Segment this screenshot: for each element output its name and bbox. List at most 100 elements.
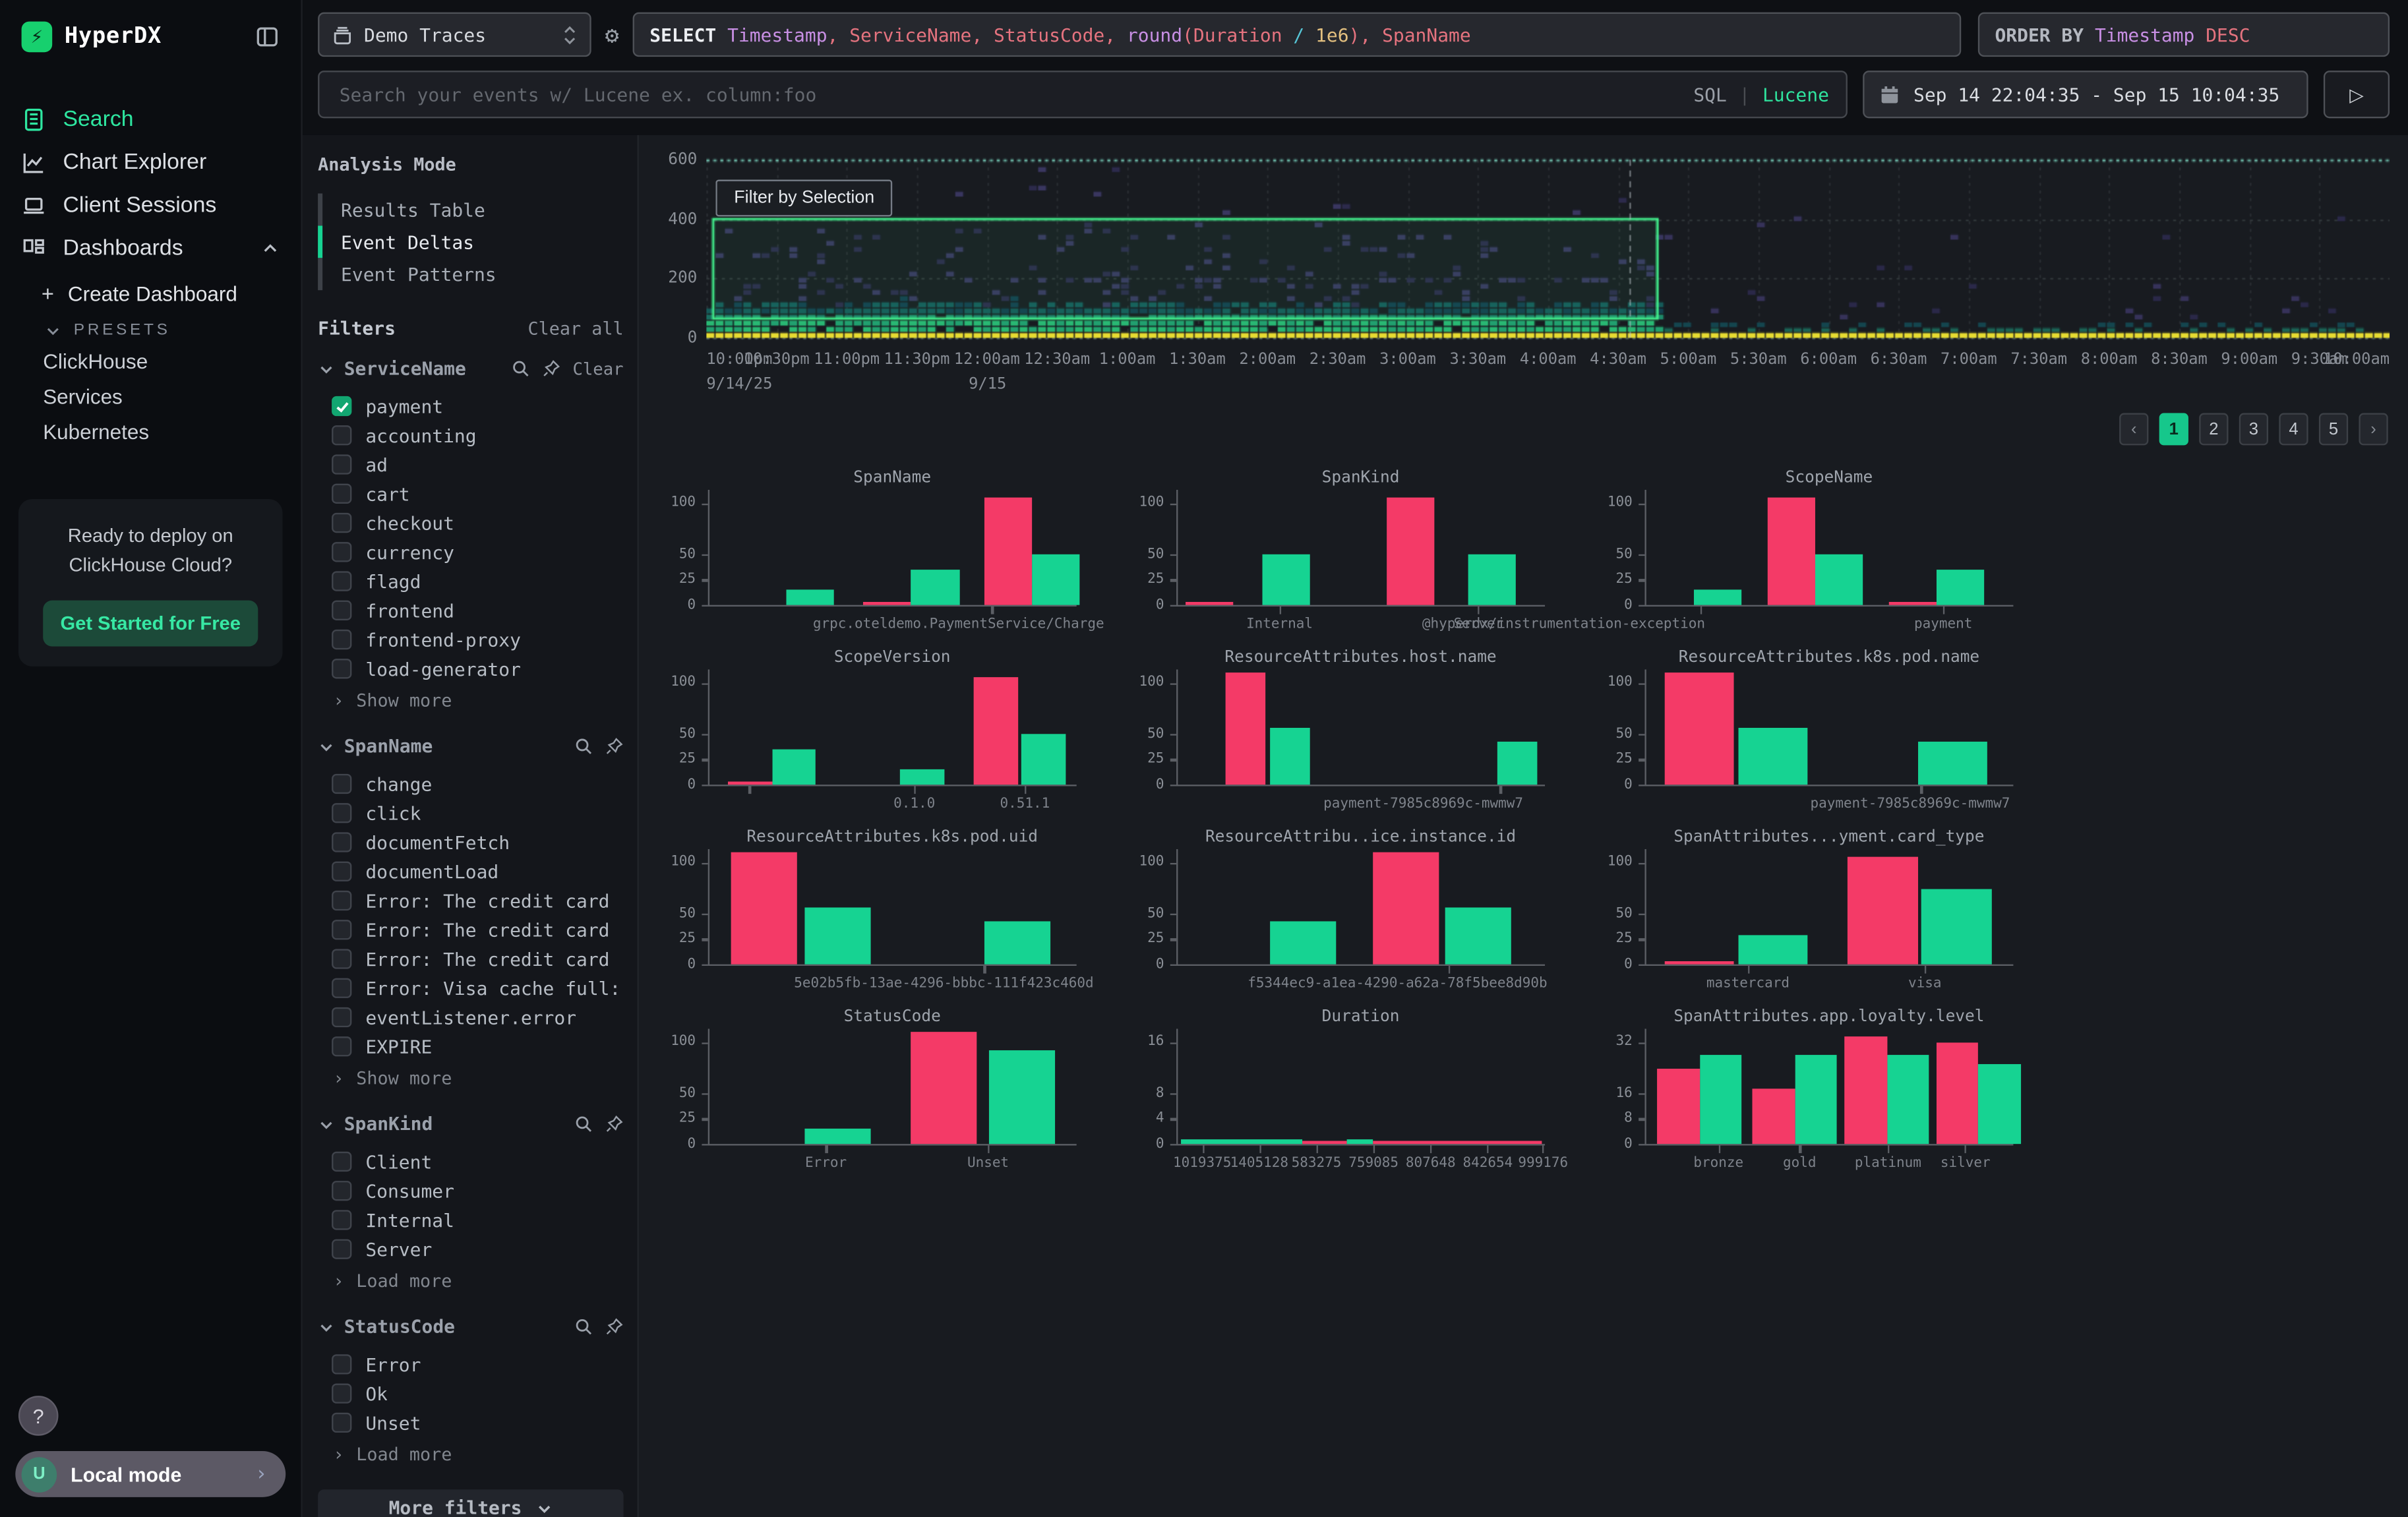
pin-icon[interactable] — [542, 359, 560, 378]
chevron-down-icon[interactable] — [318, 738, 335, 755]
checkbox[interactable] — [332, 1210, 351, 1230]
filter-checkbox-row[interactable]: Error: The credit card (… — [318, 886, 623, 915]
checkbox[interactable] — [332, 1239, 351, 1259]
mini-chart[interactable]: SpanAttributes.app.loyalty.level321680br… — [1608, 997, 2076, 1177]
show-more-link[interactable]: ›Load more — [318, 1437, 623, 1465]
toggle-lucene[interactable]: Lucene — [1762, 84, 1829, 105]
mini-chart[interactable]: Duration16840101937514051285832757590858… — [1139, 997, 1608, 1177]
mini-chart[interactable]: ResourceAttributes.host.name10050250paym… — [1139, 638, 1608, 818]
filter-by-selection-button[interactable]: Filter by Selection — [715, 180, 893, 217]
checkbox[interactable] — [332, 454, 351, 474]
checkbox[interactable] — [332, 425, 351, 445]
filter-checkbox-row[interactable]: Ok — [318, 1379, 623, 1408]
chevron-down-icon[interactable] — [318, 1115, 335, 1133]
clear-all-button[interactable]: Clear all — [527, 318, 623, 340]
mini-chart[interactable]: SpanName10050250grpc.oteldemo.PaymentSer… — [671, 458, 1139, 638]
mini-chart[interactable]: ResourceAttributes.k8s.pod.name10050250p… — [1608, 638, 2076, 818]
sidebar-item-chart-explorer[interactable]: Chart Explorer — [0, 141, 301, 184]
checkbox[interactable] — [332, 1384, 351, 1404]
filter-checkbox-row[interactable]: Server — [318, 1235, 623, 1264]
filter-checkbox-row[interactable]: Error — [318, 1350, 623, 1379]
search-input[interactable] — [336, 82, 1681, 107]
search-icon[interactable] — [511, 359, 529, 378]
sidebar-item-client-sessions[interactable]: Client Sessions — [0, 184, 301, 227]
pin-icon[interactable] — [605, 737, 624, 756]
analysis-mode-option[interactable]: Results Table — [318, 193, 623, 225]
filter-checkbox-row[interactable]: checkout — [318, 508, 623, 537]
more-filters-button[interactable]: More filters — [318, 1489, 623, 1517]
checkbox[interactable] — [332, 659, 351, 678]
filter-checkbox-row[interactable]: payment — [318, 392, 623, 421]
search-icon[interactable] — [574, 1115, 593, 1133]
pin-icon[interactable] — [605, 1115, 624, 1133]
show-more-link[interactable]: ›Show more — [318, 683, 623, 711]
toggle-sql[interactable]: SQL — [1693, 84, 1727, 105]
checkbox[interactable] — [332, 1152, 351, 1172]
chevron-up-icon[interactable] — [261, 239, 280, 258]
sidebar-item-clickhouse[interactable]: ClickHouse — [0, 344, 301, 380]
filter-checkbox-row[interactable]: click — [318, 798, 623, 827]
search-icon[interactable] — [574, 737, 593, 756]
get-started-button[interactable]: Get Started for Free — [43, 600, 258, 646]
checkbox[interactable] — [332, 542, 351, 562]
chevron-down-icon[interactable] — [318, 360, 335, 377]
filter-checkbox-row[interactable]: cart — [318, 479, 623, 508]
page-button-1[interactable]: 1 — [2159, 413, 2188, 446]
analysis-mode-option[interactable]: Event Deltas — [318, 225, 623, 258]
checkbox[interactable] — [332, 1181, 351, 1201]
filter-checkbox-row[interactable]: documentFetch — [318, 827, 623, 856]
pin-icon[interactable] — [605, 1317, 624, 1336]
checkbox[interactable] — [332, 832, 351, 852]
order-by-input[interactable]: ORDER BY Timestamp DESC — [1978, 13, 2390, 57]
local-mode-button[interactable]: U Local mode › — [15, 1451, 286, 1497]
mini-chart[interactable]: ScopeVersion100502500.1.00.51.1 — [671, 638, 1139, 818]
help-button[interactable]: ? — [18, 1396, 59, 1436]
show-more-link[interactable]: ›Show more — [318, 1061, 623, 1088]
sidebar-item-services[interactable]: Services — [0, 379, 301, 415]
filter-group-title[interactable]: StatusCode — [344, 1316, 455, 1338]
sidebar-item-kubernetes[interactable]: Kubernetes — [0, 415, 301, 450]
filter-checkbox-row[interactable]: currency — [318, 537, 623, 566]
time-range-picker[interactable]: Sep 14 22:04:35 - Sep 15 10:04:35 — [1863, 71, 2308, 118]
mini-chart[interactable]: ResourceAttribu..ice.instance.id10050250… — [1139, 817, 1608, 997]
filter-checkbox-row[interactable]: Client — [318, 1147, 623, 1176]
checkbox[interactable] — [332, 513, 351, 533]
filter-checkbox-row[interactable]: ad — [318, 450, 623, 479]
filter-checkbox-row[interactable]: change — [318, 769, 623, 798]
checkbox[interactable] — [332, 1007, 351, 1027]
filter-checkbox-row[interactable]: accounting — [318, 421, 623, 450]
checkbox[interactable] — [332, 920, 351, 939]
mini-chart[interactable]: SpanAttributes...yment.card_type10050250… — [1608, 817, 2076, 997]
checkbox[interactable] — [332, 1354, 351, 1374]
create-dashboard-button[interactable]: + Create Dashboard — [0, 270, 301, 315]
mini-chart[interactable]: SpanKind10050250InternalServer — [1139, 458, 1608, 638]
filter-checkbox-row[interactable]: frontend — [318, 596, 623, 625]
checkbox[interactable] — [332, 396, 351, 416]
filter-group-title[interactable]: SpanKind — [344, 1114, 433, 1135]
mini-chart[interactable]: ResourceAttributes.k8s.pod.uid100502505e… — [671, 817, 1139, 997]
page-next-button[interactable]: › — [2359, 413, 2388, 446]
checkbox[interactable] — [332, 571, 351, 591]
filter-checkbox-row[interactable]: Internal — [318, 1205, 623, 1234]
checkbox[interactable] — [332, 862, 351, 881]
filter-checkbox-row[interactable]: eventListener.error — [318, 1003, 623, 1032]
page-button-4[interactable]: 4 — [2279, 413, 2308, 446]
page-button-3[interactable]: 3 — [2239, 413, 2268, 446]
filter-group-title[interactable]: ServiceName — [344, 358, 466, 380]
filter-group-title[interactable]: SpanName — [344, 736, 433, 758]
clear-group-button[interactable]: Clear — [572, 359, 623, 378]
run-search-button[interactable]: ▷ — [2324, 71, 2390, 118]
checkbox[interactable] — [332, 484, 351, 504]
checkbox[interactable] — [332, 630, 351, 649]
gear-icon[interactable]: ⚙ — [602, 13, 622, 57]
sql-select-input[interactable]: SELECT Timestamp, ServiceName, StatusCod… — [633, 13, 1962, 57]
mini-chart[interactable]: StatusCode10050250ErrorUnset — [671, 997, 1139, 1177]
sidebar-item-dashboards[interactable]: Dashboards — [0, 227, 301, 270]
checkbox[interactable] — [332, 1036, 351, 1056]
search-icon[interactable] — [574, 1317, 593, 1336]
filter-checkbox-row[interactable]: Error: Visa cache full: … — [318, 974, 623, 1003]
mini-chart[interactable]: ScopeName10050250@hyperdx/instrumentatio… — [1608, 458, 2076, 638]
source-select[interactable]: Demo Traces — [318, 13, 591, 57]
events-heatmap[interactable]: Filter by Selection 6004002000 — [706, 154, 2390, 344]
heatmap-canvas[interactable] — [706, 154, 2390, 344]
